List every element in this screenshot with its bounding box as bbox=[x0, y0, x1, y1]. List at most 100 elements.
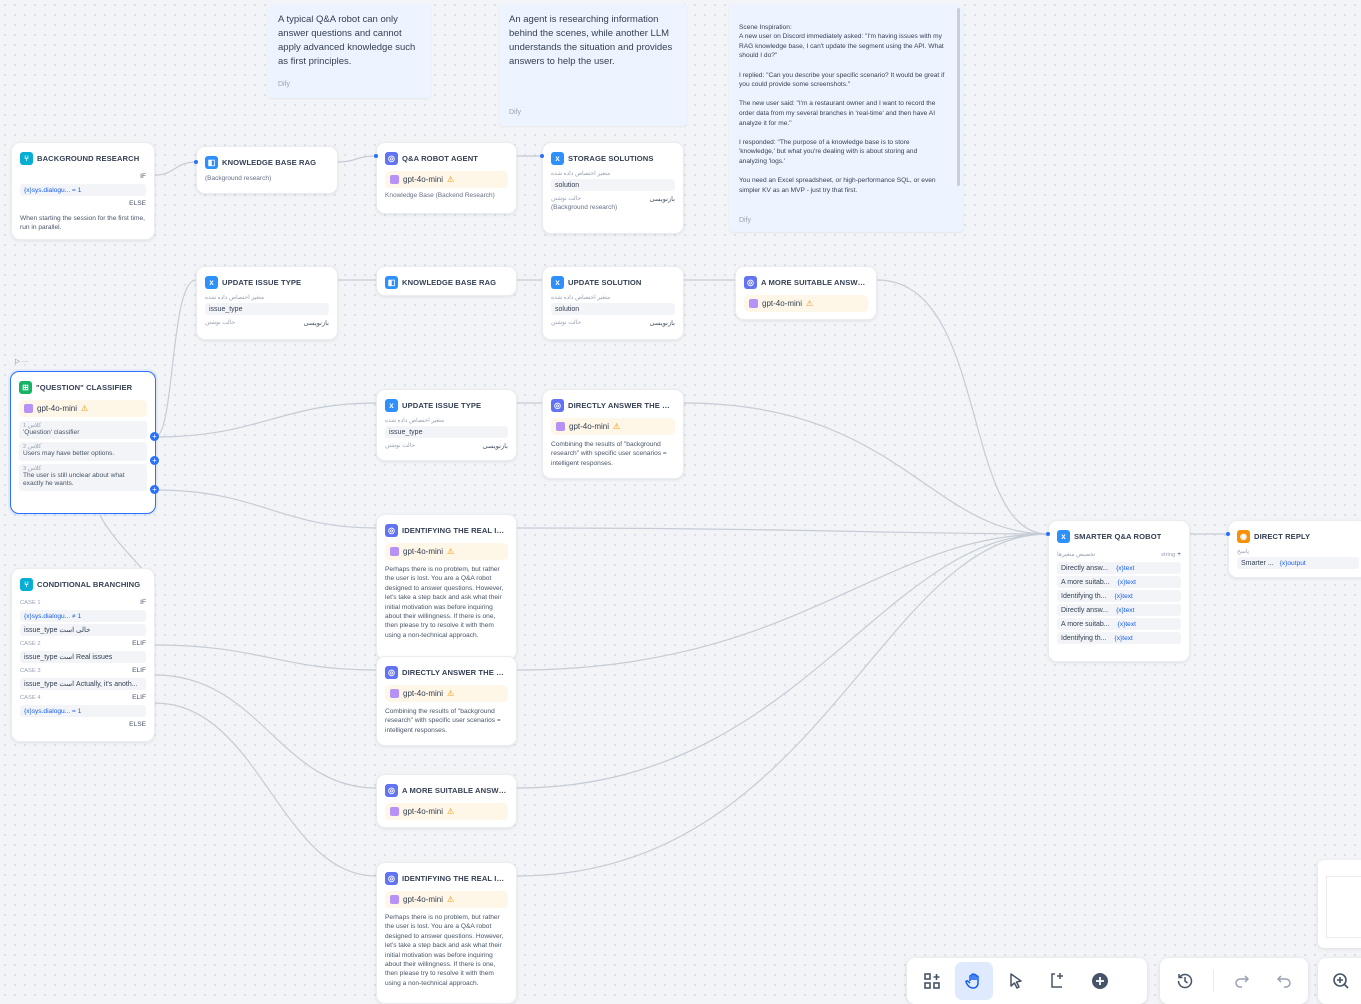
node-smarter-qa-robot[interactable]: x SMARTER Q&A ROBOT تخصیص متغیرها string +… bbox=[1048, 520, 1190, 662]
port-dot[interactable] bbox=[540, 154, 544, 158]
node-question-classifier[interactable]: ⊞ "QUESTION" CLASSIFIER gpt-4o-mini ⚠ کلاس… bbox=[10, 371, 156, 514]
edge bbox=[516, 533, 1049, 671]
node-storage-solutions[interactable]: x STORAGE SOLUTIONS متغیر اختصاص داده شده… bbox=[542, 142, 684, 234]
history-icon[interactable] bbox=[1166, 962, 1203, 1000]
node-directly-answer[interactable]: ◎ DIRECTLY ANSWER THE QU... gpt-4o-mini ⚠ … bbox=[376, 656, 517, 746]
model-chip: gpt-4o-mini ⚠ bbox=[385, 543, 508, 560]
case-label: CASE 1 bbox=[20, 599, 41, 606]
node-description: Combining the results of "background res… bbox=[551, 441, 667, 467]
add-branch-icon[interactable]: + bbox=[150, 432, 159, 441]
note-scrollbar[interactable] bbox=[957, 8, 960, 186]
node-conditional-branching[interactable]: ⑂ CONDITIONAL BRANCHING CASE 1 IF {x}sys.d… bbox=[11, 568, 155, 742]
model-icon bbox=[390, 807, 399, 816]
mode-value: بازنویسی bbox=[303, 319, 329, 327]
model-chip: gpt-4o-mini ⚠ bbox=[385, 685, 508, 702]
if-label: IF bbox=[140, 173, 146, 180]
case-label: CASE 4 bbox=[20, 694, 41, 701]
row-name: Identifying th... bbox=[1061, 634, 1107, 642]
edge bbox=[154, 489, 377, 529]
node-update-solution[interactable]: x UPDATE SOLUTION متغیر اختصاص داده شده s… bbox=[542, 266, 684, 340]
port-dot[interactable] bbox=[194, 160, 198, 164]
mode-label: حالت نوشتن bbox=[551, 319, 582, 326]
mode-value: بازنویسی bbox=[649, 195, 675, 203]
history-toolbar bbox=[1160, 958, 1308, 1004]
variable-field: solution bbox=[551, 303, 675, 315]
redo-icon[interactable] bbox=[1224, 962, 1261, 1000]
node-update-issue-type[interactable]: x UPDATE ISSUE TYPE متغیر اختصاص داده شده… bbox=[376, 389, 517, 461]
model-chip: gpt-4o-mini ⚠ bbox=[19, 400, 147, 417]
add-branch-icon[interactable]: + bbox=[150, 456, 159, 465]
row-name: A more suitab... bbox=[1061, 578, 1110, 586]
add-block-icon[interactable] bbox=[913, 962, 951, 1000]
llm-icon: ◎ bbox=[385, 523, 398, 537]
port-dot[interactable] bbox=[1226, 532, 1230, 536]
row-type: {x}text bbox=[1114, 634, 1133, 642]
condition: {x}sys.dialogu... = 1 bbox=[20, 705, 146, 717]
edge bbox=[683, 402, 1049, 535]
edge bbox=[154, 161, 197, 176]
edge bbox=[516, 527, 1049, 535]
variable-field: solution bbox=[551, 179, 675, 191]
node-identifying-real-issue[interactable]: ◎ IDENTIFYING THE REAL ISS... gpt-4o-mini… bbox=[376, 514, 517, 660]
node-title: A MORE SUITABLE ANSWER... bbox=[402, 785, 508, 795]
case-tag: ELIF bbox=[132, 694, 146, 701]
undo-icon[interactable] bbox=[1265, 962, 1302, 1000]
node-mini-toolbar[interactable]: ▷ ··· bbox=[15, 357, 28, 365]
port-dot[interactable] bbox=[374, 154, 378, 158]
mode-label: حالت نوشتن bbox=[205, 319, 236, 326]
node-more-suitable-answer[interactable]: ◎ A MORE SUITABLE ANSWER gpt-4o-mini ⚠ bbox=[735, 266, 877, 320]
variable-assigner-icon: x bbox=[205, 275, 218, 289]
warning-icon: ⚠ bbox=[806, 299, 814, 308]
note-card[interactable]: Scene Inspiration: A new user on Discord… bbox=[729, 4, 963, 232]
note-card[interactable]: A typical Q&A robot can only answer ques… bbox=[268, 4, 431, 98]
zoom-in-icon[interactable] bbox=[1322, 962, 1360, 1000]
note-text: An agent is researching information behi… bbox=[509, 14, 673, 67]
edge bbox=[876, 279, 1049, 535]
node-more-suitable-answer[interactable]: ◎ A MORE SUITABLE ANSWER... gpt-4o-mini ⚠ bbox=[376, 774, 517, 828]
row-type: {x}text bbox=[1117, 620, 1136, 628]
node-background-research[interactable]: ⑂ BACKGROUND RESEARCH IF {x}sys.dialogu..… bbox=[11, 142, 155, 240]
node-qa-robot-agent[interactable]: ◎ Q&A ROBOT AGENT gpt-4o-mini ⚠ Knowledge … bbox=[376, 142, 517, 214]
node-directly-answer[interactable]: ◎ DIRECTLY ANSWER THE QU... gpt-4o-mini ⚠ … bbox=[542, 389, 684, 479]
model-name: gpt-4o-mini bbox=[762, 299, 803, 308]
minimap[interactable] bbox=[1318, 860, 1361, 948]
pointer-icon[interactable] bbox=[997, 962, 1035, 1000]
variable-field: issue_type bbox=[385, 426, 508, 438]
edge bbox=[154, 674, 377, 789]
edge bbox=[516, 533, 1049, 789]
condition: issue_type خالی است bbox=[20, 624, 146, 636]
row-type: {x}text bbox=[1114, 592, 1133, 600]
condition: {x}sys.dialogu... = 1 bbox=[20, 184, 146, 196]
node-knowledge-base-rag[interactable]: ◧ KNOWLEDGE BASE RAG (Background research… bbox=[196, 146, 338, 194]
minimap-viewport[interactable] bbox=[1326, 876, 1361, 938]
if-else-icon: ⑂ bbox=[20, 577, 33, 591]
model-icon bbox=[24, 404, 33, 413]
add-variable-button[interactable]: + bbox=[1177, 551, 1181, 558]
variable-field: issue_type bbox=[205, 303, 329, 315]
warning-icon: ⚠ bbox=[613, 422, 621, 431]
hand-icon[interactable] bbox=[955, 962, 993, 1000]
case-label: CASE 2 bbox=[20, 640, 41, 647]
plus-circle-icon[interactable] bbox=[1081, 962, 1119, 1000]
canvas-toolbar bbox=[907, 958, 1147, 1004]
node-knowledge-base-rag[interactable]: ◧ KNOWLEDGE BASE RAG bbox=[376, 266, 517, 296]
note-text: Scene Inspiration: A new user on Discord… bbox=[739, 23, 945, 194]
add-note-icon[interactable] bbox=[1039, 962, 1077, 1000]
row-name: Identifying th... bbox=[1061, 592, 1107, 600]
reply-label: پاسخ bbox=[1237, 549, 1249, 555]
note-author: Dify bbox=[739, 217, 752, 225]
zoom-toolbar bbox=[1318, 958, 1361, 1004]
node-title: KNOWLEDGE BASE RAG bbox=[222, 157, 317, 167]
row-name: A more suitab... bbox=[1061, 620, 1110, 628]
node-title: CONDITIONAL BRANCHING bbox=[37, 579, 141, 589]
model-name: gpt-4o-mini bbox=[403, 807, 444, 816]
mode-label: حالت نوشتن bbox=[385, 442, 416, 449]
add-branch-icon[interactable]: + bbox=[150, 485, 159, 494]
node-identifying-real-issue[interactable]: ◎ IDENTIFYING THE REAL ISS... gpt-4o-mini… bbox=[376, 862, 517, 1004]
node-title: DIRECT REPLY bbox=[1254, 531, 1311, 541]
node-update-issue-type[interactable]: x UPDATE ISSUE TYPE متغیر اختصاص داده شده… bbox=[196, 266, 338, 340]
node-direct-reply[interactable]: ◉ DIRECT REPLY پاسخ Smarter ... {x}output bbox=[1228, 520, 1361, 578]
port-dot[interactable] bbox=[1046, 532, 1050, 536]
note-card[interactable]: An agent is researching information behi… bbox=[499, 4, 687, 126]
class-text: The user is still unclear about what exa… bbox=[23, 471, 125, 488]
